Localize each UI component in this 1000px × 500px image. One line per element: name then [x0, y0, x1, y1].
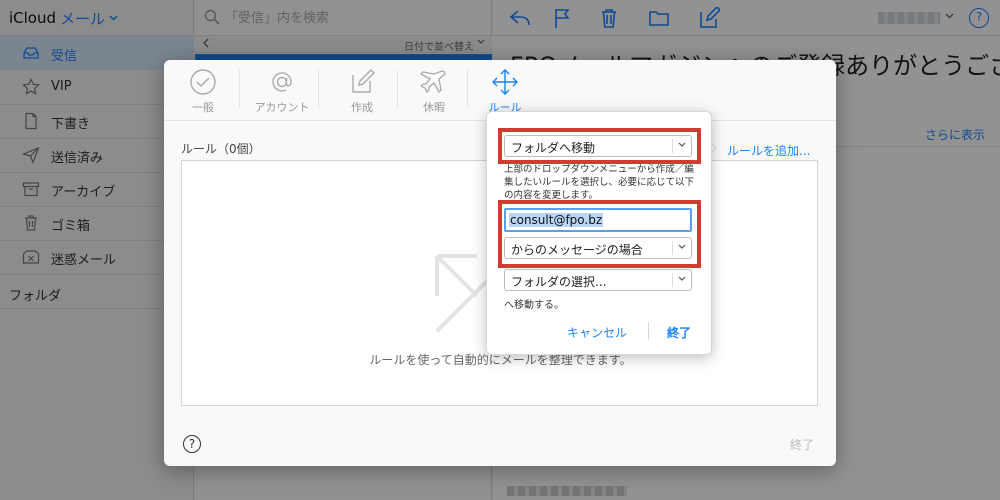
- check-circle-icon: [190, 69, 216, 95]
- tab-label: アカウント: [254, 101, 310, 114]
- divider: [672, 273, 673, 287]
- divider: [397, 70, 398, 108]
- rules-arrows-icon: [492, 69, 518, 95]
- done-button[interactable]: 終了: [790, 436, 814, 453]
- rule-description: 上部のドロップダウンメニューから作成／編集したいルールを選択し、必要に応じて以下…: [504, 164, 695, 201]
- tab-general[interactable]: 一般: [168, 67, 238, 115]
- tab-label: 一般: [192, 101, 214, 114]
- help-button[interactable]: ?: [183, 435, 201, 453]
- divider: [239, 70, 240, 108]
- tab-label: 休暇: [423, 101, 445, 114]
- airplane-icon: [419, 70, 446, 94]
- select-value: フォルダの選択...: [511, 275, 607, 289]
- at-icon: [272, 72, 292, 92]
- tab-rules[interactable]: ルール: [470, 67, 540, 115]
- move-to-text: へ移動する。: [504, 300, 564, 311]
- annotation-highlight: [498, 200, 701, 268]
- tab-label: 作成: [351, 101, 373, 114]
- chevron-down-icon: [678, 276, 686, 281]
- annotation-highlight: [498, 128, 701, 164]
- divider: [318, 70, 319, 108]
- compose-icon: [352, 69, 375, 93]
- cancel-button[interactable]: キャンセル: [567, 324, 627, 341]
- add-rule-link[interactable]: ルールを追加...: [727, 142, 810, 159]
- tab-vacation[interactable]: 休暇: [399, 67, 469, 115]
- folder-select[interactable]: フォルダの選択...: [504, 269, 692, 291]
- divider: [467, 70, 468, 108]
- done-button[interactable]: 終了: [667, 324, 691, 341]
- tab-account[interactable]: アカウント: [247, 67, 317, 115]
- tab-compose[interactable]: 作成: [327, 67, 397, 115]
- divider: [648, 322, 649, 340]
- rules-count-label: ルール（0個）: [181, 142, 261, 156]
